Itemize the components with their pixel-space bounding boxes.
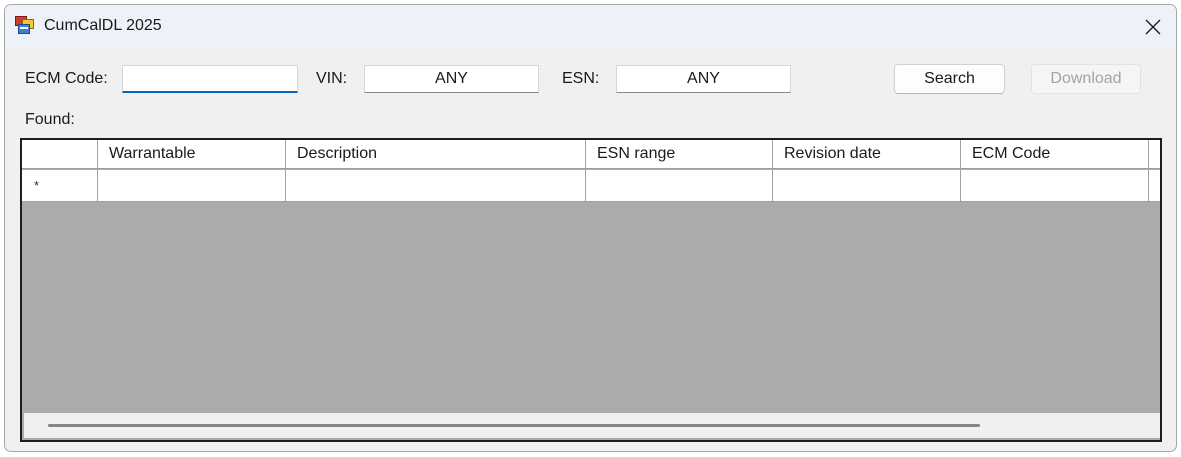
grid-cell[interactable] (98, 170, 286, 202)
close-button[interactable] (1136, 9, 1170, 45)
esn-input[interactable] (616, 65, 791, 93)
column-header-esn-range[interactable]: ESN range (586, 140, 773, 169)
row-header-new[interactable]: * (22, 170, 98, 202)
column-header-description[interactable]: Description (286, 140, 586, 169)
window-title: CumCalDL 2025 (44, 17, 162, 34)
horizontal-scrollbar[interactable] (24, 413, 1160, 438)
grid-cell[interactable] (961, 170, 1149, 202)
grid-header-row: Warrantable Description ESN range Revisi… (22, 140, 1160, 169)
grid-cell[interactable] (586, 170, 773, 202)
vin-label: VIN: (316, 70, 348, 87)
results-grid[interactable]: Warrantable Description ESN range Revisi… (20, 138, 1162, 442)
title-bar[interactable]: CumCalDL 2025 (5, 5, 1176, 50)
grid-cell[interactable] (773, 170, 961, 202)
grid-new-row[interactable]: * (22, 170, 1160, 202)
grid-corner-header[interactable] (22, 140, 98, 169)
grid-cell[interactable] (1149, 170, 1160, 202)
app-window-icon (15, 16, 34, 35)
column-header-partial[interactable]: C (1149, 140, 1160, 169)
vin-input[interactable] (364, 65, 539, 93)
close-icon (1145, 19, 1161, 35)
grid-cell[interactable] (286, 170, 586, 202)
scrollbar-thumb[interactable] (48, 424, 980, 427)
found-label: Found: (25, 111, 75, 128)
ecm-code-input[interactable] (122, 65, 298, 93)
app-window: CumCalDL 2025 ECM Code: VIN: ESN: Search… (4, 4, 1177, 452)
column-header-revision-date[interactable]: Revision date (773, 140, 961, 169)
column-header-warrantable[interactable]: Warrantable (98, 140, 286, 169)
search-button[interactable]: Search (894, 64, 1005, 94)
download-button[interactable]: Download (1031, 64, 1141, 94)
ecm-code-label: ECM Code: (25, 70, 108, 87)
new-row-marker: * (34, 178, 40, 193)
column-header-ecm-code[interactable]: ECM Code (961, 140, 1149, 169)
esn-label: ESN: (562, 70, 600, 87)
